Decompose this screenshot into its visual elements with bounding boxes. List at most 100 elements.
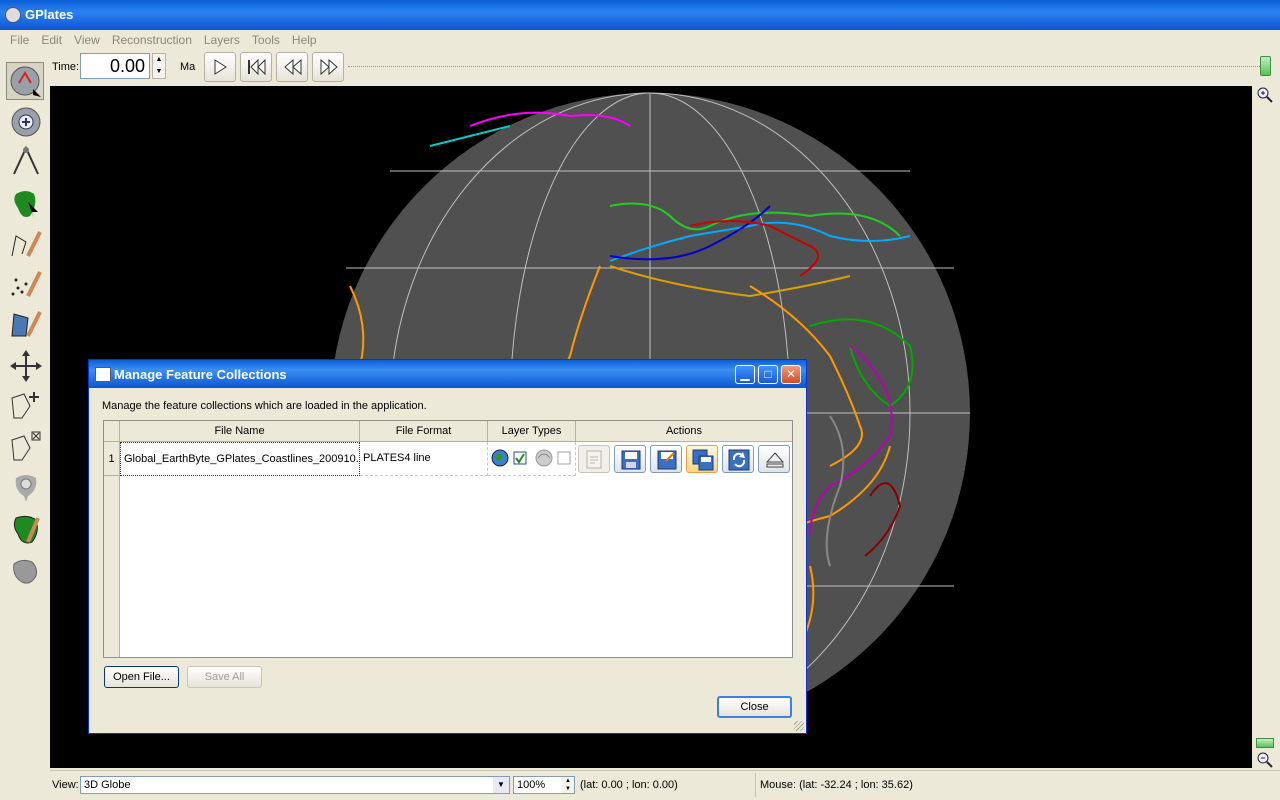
delete-vertex-icon [8, 430, 44, 466]
time-spinner[interactable]: ▲▼ [152, 53, 166, 79]
edit-configuration-button[interactable] [578, 445, 610, 473]
play-icon [211, 58, 229, 76]
save-all-button[interactable]: Save All [187, 666, 262, 688]
tool-manipulate-pole[interactable] [8, 512, 44, 548]
time-unit-label: Ma [180, 61, 195, 73]
row-header-filler [104, 476, 120, 657]
app-title: GPlates [25, 7, 73, 22]
row-header-corner [104, 421, 120, 442]
menu-help[interactable]: Help [286, 32, 323, 48]
dialog-titlebar[interactable]: Manage Feature Collections ▁ □ ✕ [89, 360, 806, 388]
build-topology-icon [8, 554, 44, 590]
digitise-multipoint-icon [8, 266, 44, 302]
tool-build-topology[interactable] [8, 554, 44, 590]
minimize-button[interactable]: ▁ [735, 365, 755, 384]
split-feature-icon [8, 470, 44, 506]
insert-vertex-icon [8, 388, 44, 424]
digitise-polygon-icon [8, 306, 44, 342]
time-input[interactable]: 0.00 [80, 53, 150, 79]
zoom-slider-handle[interactable] [1256, 738, 1274, 748]
step-forward-icon [319, 58, 339, 76]
save-button[interactable] [614, 445, 646, 473]
menu-file[interactable]: File [4, 32, 35, 48]
zoom-spinner[interactable]: ▲▼ [562, 777, 574, 793]
menu-tools[interactable]: Tools [246, 32, 286, 48]
tool-zoom[interactable] [8, 104, 44, 140]
save-icon [620, 449, 642, 471]
manage-feature-collections-dialog: Manage Feature Collections ▁ □ ✕ Manage … [88, 359, 807, 734]
view-select-value: 3D Globe [84, 779, 130, 791]
status-bar: View: 3D Globe ▼ 100% ▲▼ (lat: 0.00 ; lo… [50, 770, 1280, 800]
menu-layers[interactable]: Layers [198, 32, 246, 48]
step-back-button[interactable] [276, 52, 308, 82]
menu-reconstruction[interactable]: Reconstruction [106, 32, 198, 48]
column-layer-types[interactable]: Layer Types [488, 421, 576, 442]
cell-file-name[interactable]: Global_EarthByte_GPlates_Coastlines_2009… [120, 442, 360, 476]
maximize-button[interactable]: □ [758, 365, 778, 384]
reload-icon [728, 449, 750, 471]
save-copy-button[interactable] [686, 445, 718, 473]
save-as-button[interactable] [650, 445, 682, 473]
app-titlebar: GPlates [0, 0, 1280, 30]
reload-button[interactable] [722, 445, 754, 473]
close-icon[interactable]: ✕ [781, 365, 801, 384]
tool-insert-vertex[interactable] [8, 388, 44, 424]
status-divider [755, 773, 756, 797]
step-back-icon [283, 58, 303, 76]
reconstruction-time-toolbar: Time: 0.00 ▲▼ Ma [50, 50, 1280, 84]
feature-collections-table: File Name File Format Layer Types Action… [103, 420, 793, 658]
zoom-percent-input[interactable]: 100% ▲▼ [513, 776, 575, 794]
rewind-to-start-button[interactable] [240, 52, 272, 82]
zoom-controls [1252, 86, 1280, 768]
manipulate-pole-icon [8, 512, 44, 548]
step-forward-button[interactable] [312, 52, 344, 82]
resize-grip[interactable] [794, 721, 804, 731]
tool-choose-feature[interactable] [8, 186, 44, 222]
close-button[interactable]: Close [717, 696, 792, 718]
tool-drag-globe[interactable] [6, 62, 44, 100]
reconstruction-checkbox [558, 452, 570, 464]
tool-delete-vertex[interactable] [8, 430, 44, 466]
choose-feature-icon [8, 186, 44, 222]
menu-view[interactable]: View [68, 32, 106, 48]
cell-layer-types [488, 442, 576, 476]
menu-edit[interactable]: Edit [35, 32, 68, 48]
time-slider-handle[interactable] [1260, 56, 1271, 76]
drag-globe-icon [7, 63, 43, 99]
mouse-coordinates: Mouse: (lat: -32.24 ; lon: 35.62) [760, 779, 913, 791]
move-vertex-icon [8, 348, 44, 384]
camera-coordinates: (lat: 0.00 ; lon: 0.00) [580, 779, 678, 791]
tool-move-vertex[interactable] [8, 348, 44, 384]
dialog-description: Manage the feature collections which are… [102, 400, 427, 412]
zoom-percent-value: 100% [517, 779, 545, 791]
view-label: View: [52, 779, 79, 791]
play-button[interactable] [204, 52, 236, 82]
column-file-format[interactable]: File Format [360, 421, 488, 442]
cell-file-format[interactable]: PLATES4 line [360, 442, 488, 476]
tool-digitise-polyline[interactable] [8, 226, 44, 262]
column-file-name[interactable]: File Name [120, 421, 360, 442]
zoom-icon [8, 104, 44, 140]
dialog-app-icon [95, 367, 111, 382]
gplates-app-icon [5, 7, 21, 23]
time-label: Time: [52, 61, 79, 73]
eject-icon [764, 449, 786, 471]
chevron-down-icon[interactable]: ▼ [493, 777, 509, 793]
tool-digitise-multipoint[interactable] [8, 266, 44, 302]
save-as-icon [656, 449, 678, 471]
zoom-out-icon[interactable] [1255, 750, 1275, 770]
tool-digitise-polygon[interactable] [8, 306, 44, 342]
digitise-polyline-icon [8, 226, 44, 262]
edit-configuration-icon [584, 449, 606, 471]
zoom-in-icon[interactable] [1255, 85, 1275, 105]
tool-split-feature[interactable] [8, 470, 44, 506]
time-slider-track[interactable] [348, 66, 1268, 68]
open-file-button[interactable]: Open File... [104, 666, 179, 688]
column-actions[interactable]: Actions [576, 421, 792, 442]
tool-palette [0, 50, 50, 799]
view-select[interactable]: 3D Globe ▼ [80, 776, 510, 794]
tool-measure-distance[interactable] [8, 144, 44, 180]
menu-bar: FileEditViewReconstructionLayersToolsHel… [0, 30, 1280, 51]
unload-button[interactable] [758, 445, 790, 473]
row-number: 1 [104, 442, 120, 476]
